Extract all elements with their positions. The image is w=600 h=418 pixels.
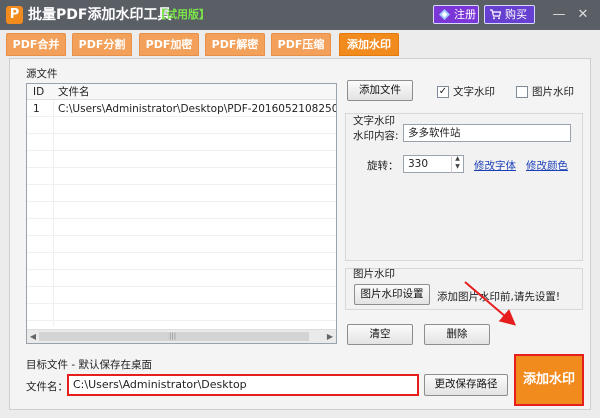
table-row-empty <box>27 254 336 270</box>
close-icon[interactable]: ✕ <box>576 8 590 22</box>
spin-up-icon[interactable]: ▲ <box>452 155 463 163</box>
watermark-content-label: 水印内容: <box>353 130 399 142</box>
title-bar: P 批量PDF添加水印工具 【试用版】 注册 购买 — ✕ <box>0 0 600 30</box>
checkmark-icon: ✓ <box>437 86 449 98</box>
row-filename: C:\Users\Administrator\Desktop\PDF-20160… <box>58 103 336 115</box>
change-font-link[interactable]: 修改字体 <box>474 158 516 173</box>
source-files-label: 源文件 <box>26 68 58 80</box>
tab-pdf-decrypt[interactable]: PDF解密 <box>205 33 265 56</box>
table-row-empty <box>27 169 336 185</box>
tab-pdf-encrypt[interactable]: PDF加密 <box>139 33 199 56</box>
checkbox-empty-icon <box>516 86 528 98</box>
image-watermark-hint: 添加图片水印前,请先设置! <box>437 291 561 303</box>
table-row-empty <box>27 288 336 304</box>
change-color-link[interactable]: 修改颜色 <box>526 158 568 173</box>
table-row-empty <box>27 118 336 134</box>
change-save-path-button[interactable]: 更改保存路径 <box>424 374 508 396</box>
filename-label: 文件名： <box>26 381 68 393</box>
tab-add-watermark[interactable]: 添加水印 <box>339 33 399 56</box>
tab-pdf-merge[interactable]: PDF合并 <box>6 33 66 56</box>
delete-button[interactable]: 删除 <box>424 324 490 345</box>
horizontal-scrollbar[interactable]: ◀ ||| ▶ <box>27 329 336 343</box>
tab-pdf-compress[interactable]: PDF压缩 <box>271 33 331 56</box>
clear-button[interactable]: 清空 <box>347 324 413 345</box>
tab-bar: PDF合并 PDF分割 PDF加密 PDF解密 PDF压缩 添加水印 <box>0 30 600 57</box>
file-list[interactable]: ID 文件名 1 C:\Users\Administrator\Desktop\… <box>26 83 337 344</box>
text-watermark-checkbox[interactable]: ✓ 文字水印 <box>437 86 495 99</box>
buy-label: 购买 <box>505 8 527 21</box>
table-row-empty <box>27 237 336 253</box>
column-header-filename[interactable]: 文件名 <box>58 85 90 99</box>
scroll-grip-icon: ||| <box>169 332 177 340</box>
scroll-left-icon[interactable]: ◀ <box>27 331 39 342</box>
spin-down-icon[interactable]: ▼ <box>452 163 463 171</box>
rotate-label: 旋转： <box>367 160 399 172</box>
table-row-empty <box>27 305 336 321</box>
text-watermark-group-label: 文字水印 <box>353 115 395 127</box>
register-icon <box>439 9 450 20</box>
rotate-spin-buttons[interactable]: ▲ ▼ <box>451 155 463 173</box>
image-watermark-check-label: 图片水印 <box>532 86 574 98</box>
image-watermark-group-label: 图片水印 <box>353 268 395 280</box>
table-row-empty <box>27 152 336 168</box>
text-watermark-check-label: 文字水印 <box>453 86 495 98</box>
target-group-label: 目标文件 - 默认保存在桌面 <box>26 359 152 371</box>
tab-pdf-split[interactable]: PDF分割 <box>72 33 132 56</box>
image-watermark-settings-button[interactable]: 图片水印设置 <box>354 284 430 305</box>
table-row-empty <box>27 186 336 202</box>
scroll-right-icon[interactable]: ▶ <box>324 331 336 342</box>
file-list-header: ID 文件名 <box>27 84 336 100</box>
save-path-input[interactable]: C:\Users\Administrator\Desktop <box>67 374 419 396</box>
row-id: 1 <box>33 103 40 115</box>
cart-icon <box>490 9 501 20</box>
register-label: 注册 <box>454 8 476 21</box>
add-watermark-button[interactable]: 添加水印 <box>514 354 584 406</box>
table-row-empty <box>27 135 336 151</box>
table-row-empty <box>27 220 336 236</box>
table-row-empty <box>27 203 336 219</box>
watermark-content-input[interactable]: 多多软件站 <box>403 124 571 142</box>
table-row[interactable]: 1 C:\Users\Administrator\Desktop\PDF-201… <box>27 101 336 117</box>
register-button[interactable]: 注册 <box>433 5 479 24</box>
app-logo-icon: P <box>6 6 23 24</box>
image-watermark-checkbox[interactable]: 图片水印 <box>516 86 574 99</box>
buy-button[interactable]: 购买 <box>484 5 535 24</box>
trial-badge: 【试用版】 <box>155 8 210 21</box>
column-header-id[interactable]: ID <box>33 85 44 99</box>
add-file-button[interactable]: 添加文件 <box>347 80 413 101</box>
minimize-icon[interactable]: — <box>552 8 566 22</box>
table-row-empty <box>27 271 336 287</box>
app-title: 批量PDF添加水印工具 <box>28 7 172 23</box>
